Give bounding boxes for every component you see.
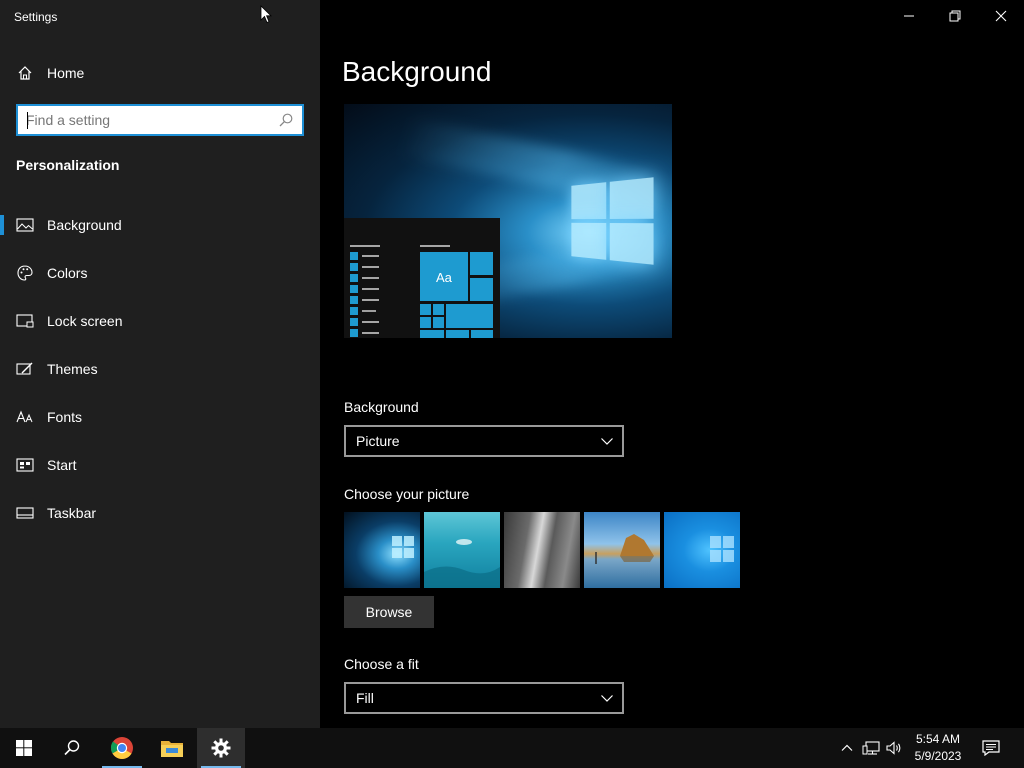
sidebar-item-background[interactable]: Background (0, 205, 320, 245)
sidebar-item-start[interactable]: Start (0, 445, 320, 485)
page-title: Background (342, 56, 491, 88)
fit-dropdown[interactable]: Fill (344, 682, 624, 714)
sidebar-item-themes[interactable]: Themes (0, 349, 320, 389)
chevron-down-icon (600, 434, 614, 448)
sidebar-item-label: Background (47, 217, 122, 233)
taskbar-app-file-explorer[interactable] (148, 728, 196, 768)
sidebar-item-home[interactable]: Home (0, 53, 320, 93)
close-button[interactable] (978, 0, 1024, 32)
chevron-up-icon (840, 741, 854, 755)
fonts-icon (16, 408, 34, 426)
browse-button[interactable]: Browse (344, 596, 434, 628)
start-button[interactable] (0, 728, 48, 768)
picture-thumbnails (344, 512, 740, 588)
clock-time: 5:54 AM (906, 731, 970, 748)
home-icon (16, 64, 34, 82)
picture-icon (16, 216, 34, 234)
minimize-icon (903, 10, 915, 22)
taskbar-app-chrome[interactable] (98, 728, 146, 768)
picture-thumbnail-underwater-swimmer[interactable] (424, 512, 500, 588)
sidebar-item-label: Start (47, 457, 77, 473)
dropdown-value: Fill (356, 690, 374, 706)
app-title: Settings (14, 10, 57, 24)
network-tray-button[interactable] (861, 738, 881, 758)
sidebar-item-label: Fonts (47, 409, 82, 425)
show-hidden-icons-button[interactable] (837, 738, 857, 758)
search-icon[interactable] (278, 112, 296, 130)
preview-tile-text: Aa (436, 270, 452, 285)
preview-start-menu: Aa (344, 218, 500, 338)
sidebar-item-label: Colors (47, 265, 87, 281)
taskbar-icon (16, 504, 34, 522)
dropdown-value: Picture (356, 433, 400, 449)
search-icon (63, 739, 81, 757)
restore-icon (949, 10, 961, 22)
chevron-down-icon (600, 691, 614, 705)
search-input[interactable] (26, 111, 276, 129)
windows-logo-glow (571, 177, 653, 264)
sidebar-item-lock-screen[interactable]: Lock screen (0, 301, 320, 341)
themes-icon (16, 360, 34, 378)
taskbar-app-settings[interactable] (197, 728, 245, 768)
section-title: Personalization (16, 157, 119, 173)
picture-thumbnail-windows-hero[interactable] (344, 512, 420, 588)
notification-icon (982, 740, 1000, 756)
start-icon (16, 456, 34, 474)
windows-start-icon (16, 740, 32, 756)
preview-start-menu-graphic (344, 218, 500, 338)
main-content: Background Aa Background Picture Choose … (320, 0, 1024, 728)
sidebar-item-label: Home (47, 65, 84, 81)
network-icon (862, 740, 880, 756)
background-type-dropdown[interactable]: Picture (344, 425, 624, 457)
picture-thumbnail-beach-rocks[interactable] (584, 512, 660, 588)
action-center-button[interactable] (981, 738, 1001, 758)
fit-label: Choose a fit (344, 656, 419, 672)
text-caret (27, 112, 28, 129)
picture-thumbnail-windows-blue[interactable] (664, 512, 740, 588)
speaker-icon (885, 740, 903, 756)
picture-thumbnail-rock-cliff[interactable] (504, 512, 580, 588)
sidebar-item-label: Lock screen (47, 313, 122, 329)
background-preview: Aa (344, 104, 672, 338)
taskbar-clock[interactable]: 5:54 AM 5/9/2023 (906, 731, 970, 765)
sidebar-item-colors[interactable]: Colors (0, 253, 320, 293)
sidebar-item-fonts[interactable]: Fonts (0, 397, 320, 437)
clock-date: 5/9/2023 (906, 748, 970, 765)
sidebar-item-taskbar[interactable]: Taskbar (0, 493, 320, 533)
chrome-icon (110, 736, 134, 760)
sidebar: Settings Home Personalization Background… (0, 0, 320, 728)
volume-tray-button[interactable] (884, 738, 904, 758)
restore-button[interactable] (932, 0, 978, 32)
minimize-button[interactable] (886, 0, 932, 32)
mouse-cursor-icon (260, 5, 272, 24)
search-box[interactable] (16, 104, 304, 136)
file-explorer-icon (160, 737, 184, 759)
sidebar-item-label: Taskbar (47, 505, 96, 521)
background-label: Background (344, 399, 419, 415)
close-icon (995, 10, 1007, 22)
taskbar: 5:54 AM 5/9/2023 (0, 728, 1024, 768)
settings-icon (211, 738, 231, 758)
choose-picture-label: Choose your picture (344, 486, 469, 502)
sidebar-item-label: Themes (47, 361, 98, 377)
palette-icon (16, 264, 34, 282)
lock-screen-icon (16, 312, 34, 330)
taskbar-search-button[interactable] (48, 728, 96, 768)
